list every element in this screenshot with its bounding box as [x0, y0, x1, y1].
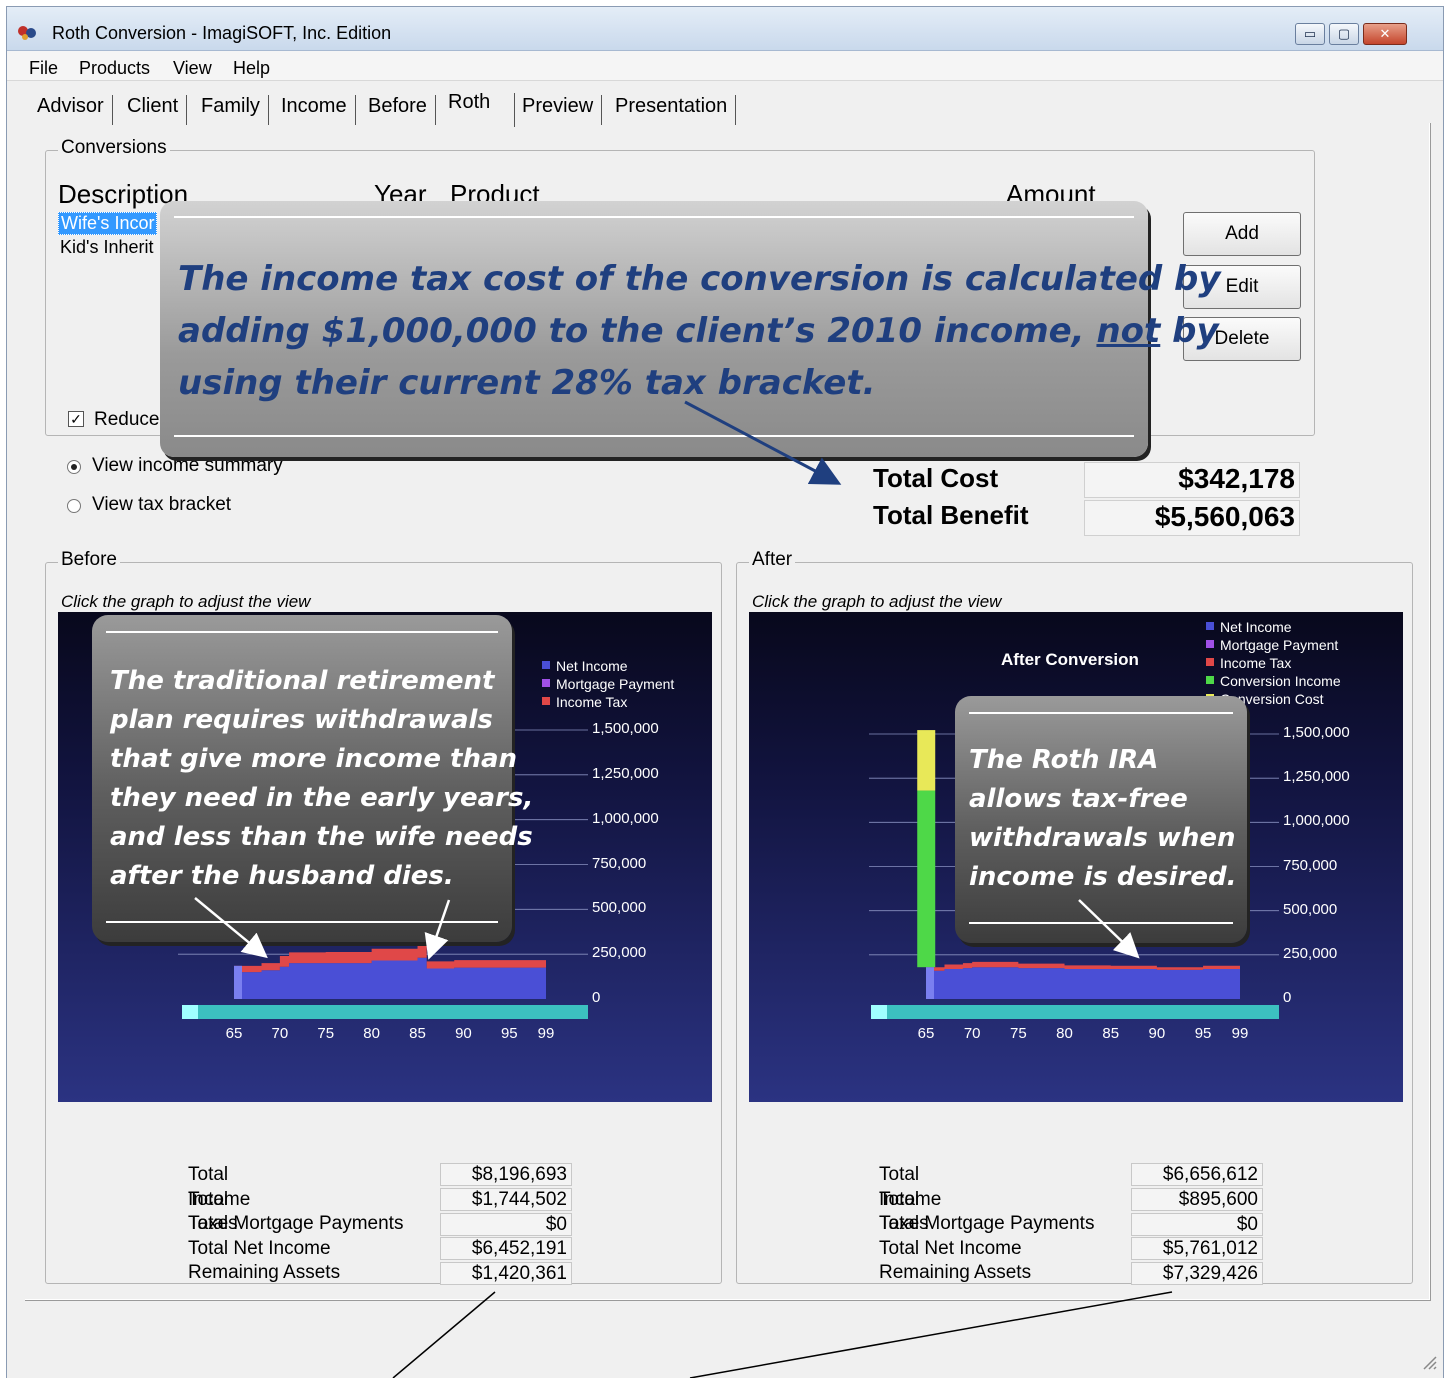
pointer-line-after — [689, 1291, 1173, 1378]
arrow-early-years — [194, 897, 268, 959]
pointer-line-before — [392, 1291, 496, 1378]
arrow-after-husband — [424, 899, 451, 960]
arrow-to-total-cost — [684, 400, 842, 485]
arrow-overlay — [194, 400, 1173, 1378]
arrow-roth-withdrawals — [1078, 899, 1140, 959]
